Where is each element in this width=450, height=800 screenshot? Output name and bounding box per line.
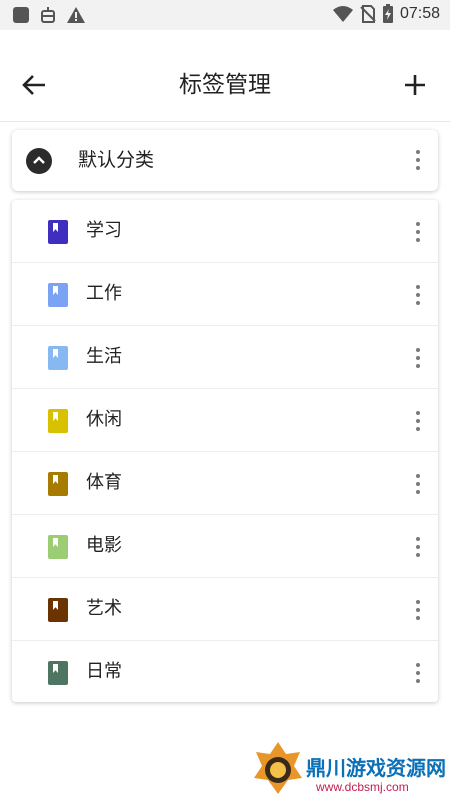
bookmark-icon — [48, 535, 68, 559]
tag-label: 工作 — [86, 283, 122, 304]
tag-more-button[interactable] — [412, 283, 424, 307]
tag-row-leisure[interactable]: 休闲 — [12, 389, 438, 452]
tag-list: 学习 工作 生活 休闲 体育 电影 艺术 日常 — [12, 200, 438, 702]
bookmark-icon — [48, 661, 68, 685]
tag-label: 电影 — [86, 535, 122, 556]
watermark-text: 鼎川游戏资源网 — [306, 756, 446, 780]
tag-row-daily[interactable]: 日常 — [12, 641, 438, 704]
tag-row-art[interactable]: 艺术 — [12, 578, 438, 641]
collapse-toggle-button[interactable] — [26, 148, 52, 174]
status-time: 07:58 — [399, 5, 440, 22]
bookmark-icon — [48, 472, 68, 496]
bookmark-icon — [48, 598, 68, 622]
tag-more-button[interactable] — [412, 535, 424, 559]
battery-charging-icon — [382, 4, 393, 23]
tag-label: 生活 — [86, 346, 122, 367]
plus-icon — [405, 75, 425, 95]
tag-row-work[interactable]: 工作 — [12, 263, 438, 326]
tag-row-life[interactable]: 生活 — [12, 326, 438, 389]
app-bar: 标签管理 — [0, 30, 450, 122]
app-square-icon — [13, 7, 29, 23]
page-title: 标签管理 — [179, 72, 271, 98]
tag-more-button[interactable] — [412, 661, 424, 685]
tag-label: 艺术 — [86, 598, 122, 619]
tag-more-button[interactable] — [412, 472, 424, 496]
tag-more-button[interactable] — [412, 409, 424, 433]
tag-label: 体育 — [86, 472, 122, 493]
chevron-up-icon — [33, 156, 45, 164]
category-card[interactable]: 默认分类 — [12, 130, 438, 191]
watermark-logo-icon — [254, 742, 302, 794]
category-more-button[interactable] — [412, 148, 424, 172]
bookmark-icon — [48, 283, 68, 307]
status-bar: 07:58 — [0, 0, 450, 30]
tag-more-button[interactable] — [412, 220, 424, 244]
no-sim-icon — [360, 5, 376, 23]
status-left-icons — [12, 5, 86, 25]
bookmark-icon — [48, 409, 68, 433]
wifi-icon — [332, 6, 353, 22]
bookmark-icon — [48, 220, 68, 244]
tag-more-button[interactable] — [412, 346, 424, 370]
status-right-icons: 07:58 — [332, 4, 440, 24]
tag-row-movie[interactable]: 电影 — [12, 515, 438, 578]
tag-row-study[interactable]: 学习 — [12, 200, 438, 263]
watermark: 鼎川游戏资源网 www.dcbsmj.com — [248, 736, 450, 800]
tag-label: 日常 — [86, 661, 122, 682]
tag-label: 学习 — [86, 220, 122, 241]
watermark-url: www.dcbsmj.com — [316, 780, 409, 794]
tag-label: 休闲 — [86, 409, 122, 430]
warning-icon — [67, 7, 85, 23]
category-title: 默认分类 — [78, 149, 155, 171]
add-tag-button[interactable] — [400, 70, 430, 100]
bookmark-icon — [48, 346, 68, 370]
bug-icon — [41, 7, 55, 23]
tag-row-sports[interactable]: 体育 — [12, 452, 438, 515]
tag-more-button[interactable] — [412, 598, 424, 622]
